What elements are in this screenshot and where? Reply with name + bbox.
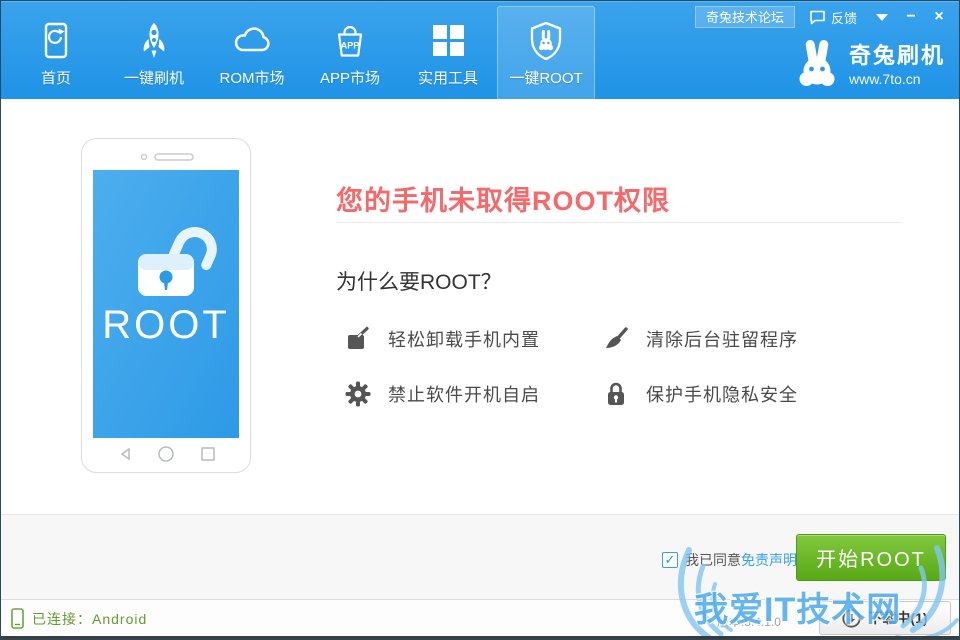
phone-illustration: ROOT <box>81 138 251 478</box>
agree-checkbox[interactable]: ✓ <box>662 552 678 568</box>
rabbit-logo-icon <box>793 39 841 87</box>
dropdown-caret-button[interactable] <box>867 8 897 26</box>
agree-row: ✓ 我已同意 免责声明 <box>662 550 797 570</box>
header-controls: 奇兔技术论坛 反馈 − × <box>695 5 953 29</box>
nav-item-app-market[interactable]: APP APP市场 <box>301 6 399 96</box>
connection-label: 已连接：Android <box>32 609 147 629</box>
brand-text: 奇兔刷机 www.7to.cn <box>849 38 945 87</box>
phone-screen-root-label: ROOT <box>102 303 230 347</box>
shield-rabbit-icon <box>527 19 565 63</box>
feature-autostart: 禁止软件开机自启 <box>344 378 540 410</box>
download-icon <box>842 609 861 628</box>
feature-label: 清除后台驻留程序 <box>646 326 798 352</box>
feature-label: 保护手机隐私安全 <box>646 381 798 407</box>
grid-icon <box>430 19 466 63</box>
download-label: 下载中(1) <box>868 608 927 628</box>
uninstall-box-icon <box>344 326 372 352</box>
version-label: 版本:5.4.1.0 <box>717 613 781 630</box>
app-bag-text: APP <box>341 41 360 51</box>
feedback-button[interactable]: 反馈 <box>809 8 857 27</box>
brand-url: www.7to.cn <box>849 71 945 87</box>
main-nav: 首页 一键刷机 ROM市场 APP APP市场 <box>7 2 595 100</box>
nav-item-tools[interactable]: 实用工具 <box>399 6 497 96</box>
brand-name: 奇兔刷机 <box>849 38 945 70</box>
status-bar: 已连接：Android 版本:5.4.1.0 <box>1 599 959 638</box>
footer-action-bar: ✓ 我已同意 免责声明 开始ROOT <box>1 514 959 599</box>
nav-label: 实用工具 <box>418 67 478 88</box>
nav-item-flash[interactable]: 一键刷机 <box>105 6 203 96</box>
title-divider <box>336 222 902 223</box>
nav-item-rom-market[interactable]: ROM市场 <box>203 6 301 96</box>
main-content: ROOT 您的手机未取得ROOT权限 为什么要ROOT？ 轻松卸载手机内置 清除… <box>1 99 959 514</box>
feedback-label: 反馈 <box>831 8 857 27</box>
gear-icon <box>344 381 372 407</box>
forum-button[interactable]: 奇兔技术论坛 <box>695 6 795 28</box>
nav-label: 一键ROOT <box>509 67 582 88</box>
feature-privacy: 保护手机隐私安全 <box>602 378 798 410</box>
nav-label: ROM市场 <box>220 67 285 88</box>
disclaimer-link[interactable]: 免责声明 <box>741 550 797 570</box>
window-bottom-edge <box>1 636 959 639</box>
nav-item-home[interactable]: 首页 <box>7 6 105 96</box>
app-bag-icon: APP <box>330 19 370 63</box>
feature-label: 禁止软件开机自启 <box>388 381 540 407</box>
speech-bubble-icon <box>809 10 826 25</box>
feature-clean: 清除后台驻留程序 <box>602 323 798 355</box>
minimize-button[interactable]: − <box>897 6 925 28</box>
rocket-icon <box>135 19 173 63</box>
brand-logo: 奇兔刷机 www.7to.cn <box>793 38 945 87</box>
home-phone-refresh-icon <box>37 19 75 63</box>
download-manager-button[interactable]: 下载中(1) <box>819 601 951 635</box>
feature-label: 轻松卸载手机内置 <box>388 326 540 352</box>
connected-phone-icon <box>11 608 24 629</box>
nav-item-root[interactable]: 一键ROOT <box>497 6 595 100</box>
brush-icon <box>602 326 630 352</box>
cloud-icon <box>230 19 274 63</box>
feature-uninstall: 轻松卸载手机内置 <box>344 323 540 355</box>
nav-label: 首页 <box>41 67 71 88</box>
app-window: 首页 一键刷机 ROM市场 APP APP市场 <box>0 0 960 640</box>
nav-label: APP市场 <box>320 67 380 88</box>
start-root-button[interactable]: 开始ROOT <box>796 534 946 581</box>
lock-icon <box>602 381 630 407</box>
page-title: 您的手机未取得ROOT权限 <box>336 179 670 218</box>
connection-status: 已连接：Android <box>11 608 147 629</box>
close-button[interactable]: × <box>925 6 953 28</box>
why-root-heading: 为什么要ROOT？ <box>336 266 502 296</box>
header-bar: 首页 一键刷机 ROM市场 APP APP市场 <box>1 1 959 99</box>
chevron-down-icon <box>876 14 888 21</box>
nav-label: 一键刷机 <box>124 67 184 88</box>
agree-label: 我已同意 <box>685 550 741 570</box>
